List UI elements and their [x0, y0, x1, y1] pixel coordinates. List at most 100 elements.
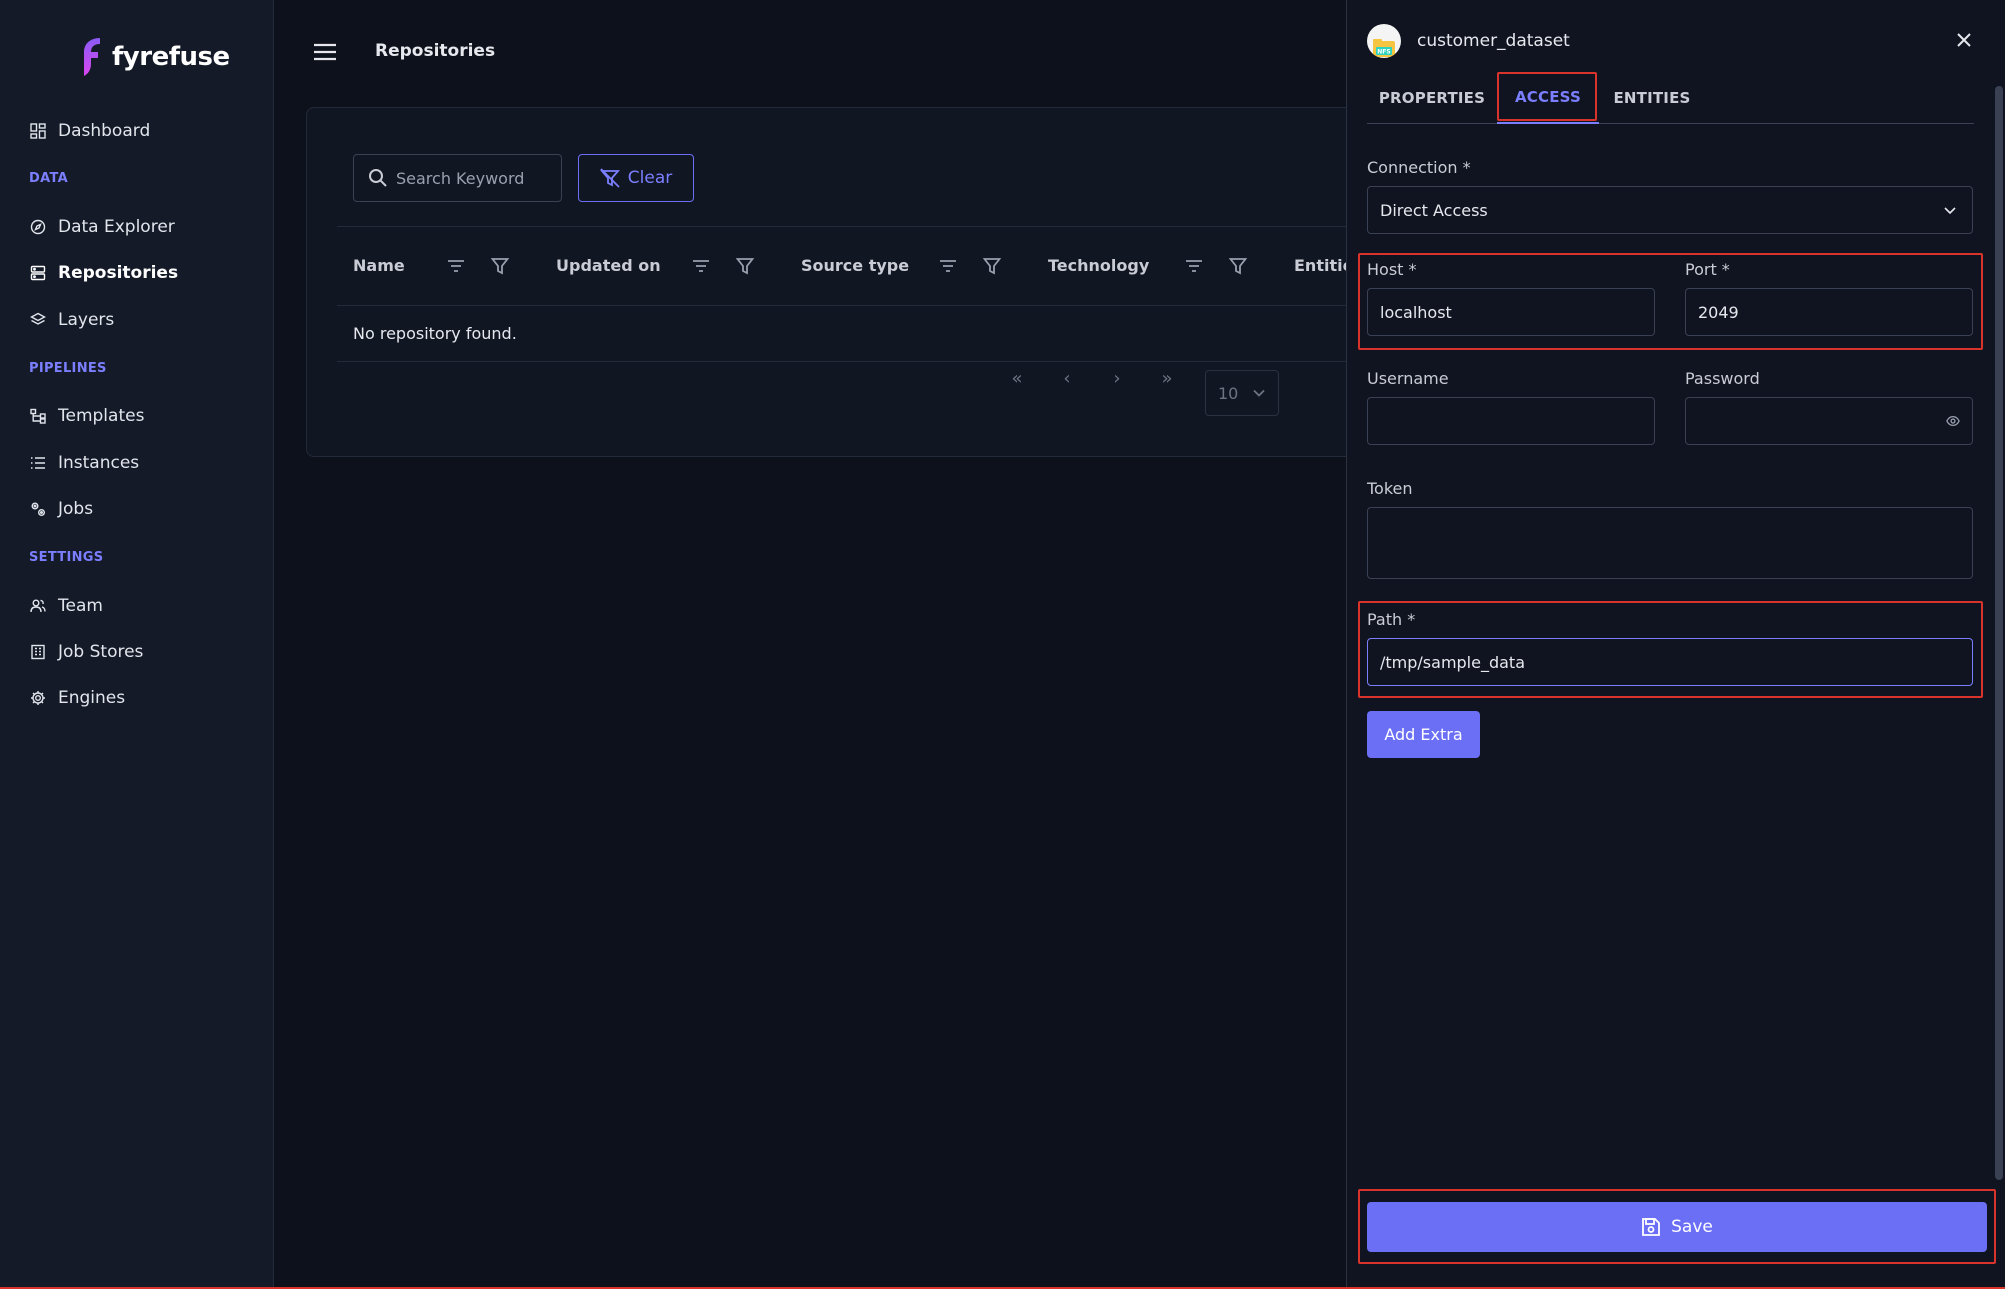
- sidebar-item-layers[interactable]: Layers: [30, 306, 114, 334]
- repository-drawer: NFS customer_dataset PROPERTIES ACCESS E…: [1346, 0, 2005, 1289]
- path-input[interactable]: [1380, 652, 1972, 672]
- page-size-select[interactable]: 10: [1205, 370, 1279, 416]
- nfs-avatar: NFS: [1367, 24, 1401, 58]
- search-field[interactable]: [353, 154, 562, 202]
- chevron-down-icon: [1944, 207, 1956, 215]
- pagination: « ‹ › »: [1007, 368, 1177, 389]
- tab-properties[interactable]: PROPERTIES: [1367, 72, 1497, 124]
- sidebar-item-job-stores[interactable]: Job Stores: [30, 638, 143, 666]
- table-header: Name Updated on Source type Technology E…: [337, 226, 1387, 306]
- host-input[interactable]: [1380, 302, 1654, 322]
- menu-icon[interactable]: [313, 42, 337, 62]
- add-extra-button[interactable]: Add Extra: [1367, 711, 1480, 758]
- sort-icon[interactable]: [1185, 257, 1203, 275]
- connection-label: Connection *: [1367, 158, 1471, 177]
- sort-icon[interactable]: [692, 257, 710, 275]
- chevron-down-icon: [1253, 389, 1265, 397]
- sidebar-item-label: Team: [58, 596, 103, 616]
- sort-icon[interactable]: [447, 257, 465, 275]
- sidebar-item-label: Dashboard: [58, 121, 151, 141]
- clear-button[interactable]: Clear: [578, 154, 694, 202]
- username-label: Username: [1367, 369, 1449, 388]
- filter-icon[interactable]: [736, 257, 754, 275]
- close-icon[interactable]: [1956, 32, 1972, 48]
- filter-off-icon: [599, 168, 620, 188]
- flow-icon: [30, 408, 46, 424]
- username-input[interactable]: [1380, 411, 1654, 431]
- first-page-icon[interactable]: «: [1007, 368, 1027, 389]
- sidebar-item-label: Data Explorer: [58, 217, 175, 237]
- building-icon: [31, 644, 45, 660]
- path-field[interactable]: [1367, 638, 1973, 686]
- logo-text: fyrefuse: [112, 42, 230, 72]
- drawer-scrollbar[interactable]: [1995, 86, 2003, 1180]
- host-label: Host *: [1367, 260, 1417, 279]
- port-input[interactable]: [1698, 302, 1972, 322]
- connection-select[interactable]: Direct Access: [1367, 186, 1973, 234]
- users-icon: [30, 599, 46, 613]
- token-field[interactable]: [1367, 507, 1973, 579]
- path-label: Path *: [1367, 610, 1416, 629]
- eye-icon[interactable]: [1946, 414, 1960, 428]
- nfs-folder-icon: NFS: [1373, 39, 1395, 57]
- sidebar-section-data: DATA: [29, 171, 68, 186]
- logo[interactable]: fyrefuse: [80, 36, 230, 78]
- gears-icon: [31, 502, 45, 516]
- port-field[interactable]: [1685, 288, 1973, 336]
- column-header-updated-on[interactable]: Updated on: [556, 256, 661, 275]
- clear-button-label: Clear: [627, 168, 673, 188]
- save-button[interactable]: Save: [1367, 1202, 1987, 1252]
- password-input[interactable]: [1698, 411, 1938, 431]
- save-icon: [1642, 1218, 1661, 1236]
- tab-access[interactable]: ACCESS: [1497, 72, 1599, 124]
- connection-value: Direct Access: [1380, 200, 1488, 220]
- filter-icon[interactable]: [983, 257, 1001, 275]
- layers-icon: [30, 312, 46, 325]
- token-input[interactable]: [1380, 518, 1972, 556]
- list-icon: [31, 457, 45, 469]
- sidebar-item-data-explorer[interactable]: Data Explorer: [30, 213, 175, 241]
- sidebar-item-label: Instances: [58, 453, 140, 473]
- drawer-tabs: PROPERTIES ACCESS ENTITIES: [1367, 72, 1974, 124]
- next-page-icon[interactable]: ›: [1107, 368, 1127, 389]
- search-icon: [369, 169, 387, 187]
- filter-icon[interactable]: [1229, 257, 1247, 275]
- column-controls: [1185, 257, 1247, 275]
- tab-entities[interactable]: ENTITIES: [1599, 72, 1705, 124]
- sidebar-item-team[interactable]: Team: [30, 592, 103, 620]
- dashboard-icon: [30, 123, 46, 139]
- last-page-icon[interactable]: »: [1157, 368, 1177, 389]
- sidebar-item-jobs[interactable]: Jobs: [30, 495, 93, 523]
- sidebar-item-label: Jobs: [58, 499, 94, 519]
- repositories-card: Clear Name Updated on Source type Techno…: [306, 107, 1387, 457]
- filter-icon[interactable]: [491, 257, 509, 275]
- compass-icon: [30, 219, 46, 235]
- search-input[interactable]: [396, 168, 546, 188]
- page-title: Repositories: [375, 41, 496, 61]
- sidebar-item-engines[interactable]: Engines: [30, 684, 125, 712]
- username-field[interactable]: [1367, 397, 1655, 445]
- column-header-name[interactable]: Name: [353, 256, 405, 275]
- page-size-value: 10: [1218, 383, 1239, 403]
- sidebar-item-dashboard[interactable]: Dashboard: [30, 117, 150, 145]
- column-header-entities[interactable]: Entitie: [1294, 256, 1353, 275]
- fyrefuse-logo-icon: [84, 38, 100, 76]
- sidebar-item-label: Job Stores: [58, 642, 144, 662]
- column-controls: [447, 257, 509, 275]
- drawer-title: customer_dataset: [1417, 31, 1570, 51]
- sidebar-item-templates[interactable]: Templates: [30, 402, 144, 430]
- token-label: Token: [1367, 479, 1413, 498]
- sidebar-item-instances[interactable]: Instances: [30, 449, 139, 477]
- password-field[interactable]: [1685, 397, 1973, 445]
- column-controls: [939, 257, 1001, 275]
- password-label: Password: [1685, 369, 1760, 388]
- column-header-source-type[interactable]: Source type: [801, 256, 909, 275]
- host-field[interactable]: [1367, 288, 1655, 336]
- sidebar-item-label: Layers: [58, 310, 115, 330]
- column-controls: [692, 257, 754, 275]
- sidebar-item-repositories[interactable]: Repositories: [30, 259, 178, 287]
- nfs-avatar-text: NFS: [1377, 49, 1390, 56]
- column-header-technology[interactable]: Technology: [1048, 256, 1149, 275]
- prev-page-icon[interactable]: ‹: [1057, 368, 1077, 389]
- sort-icon[interactable]: [939, 257, 957, 275]
